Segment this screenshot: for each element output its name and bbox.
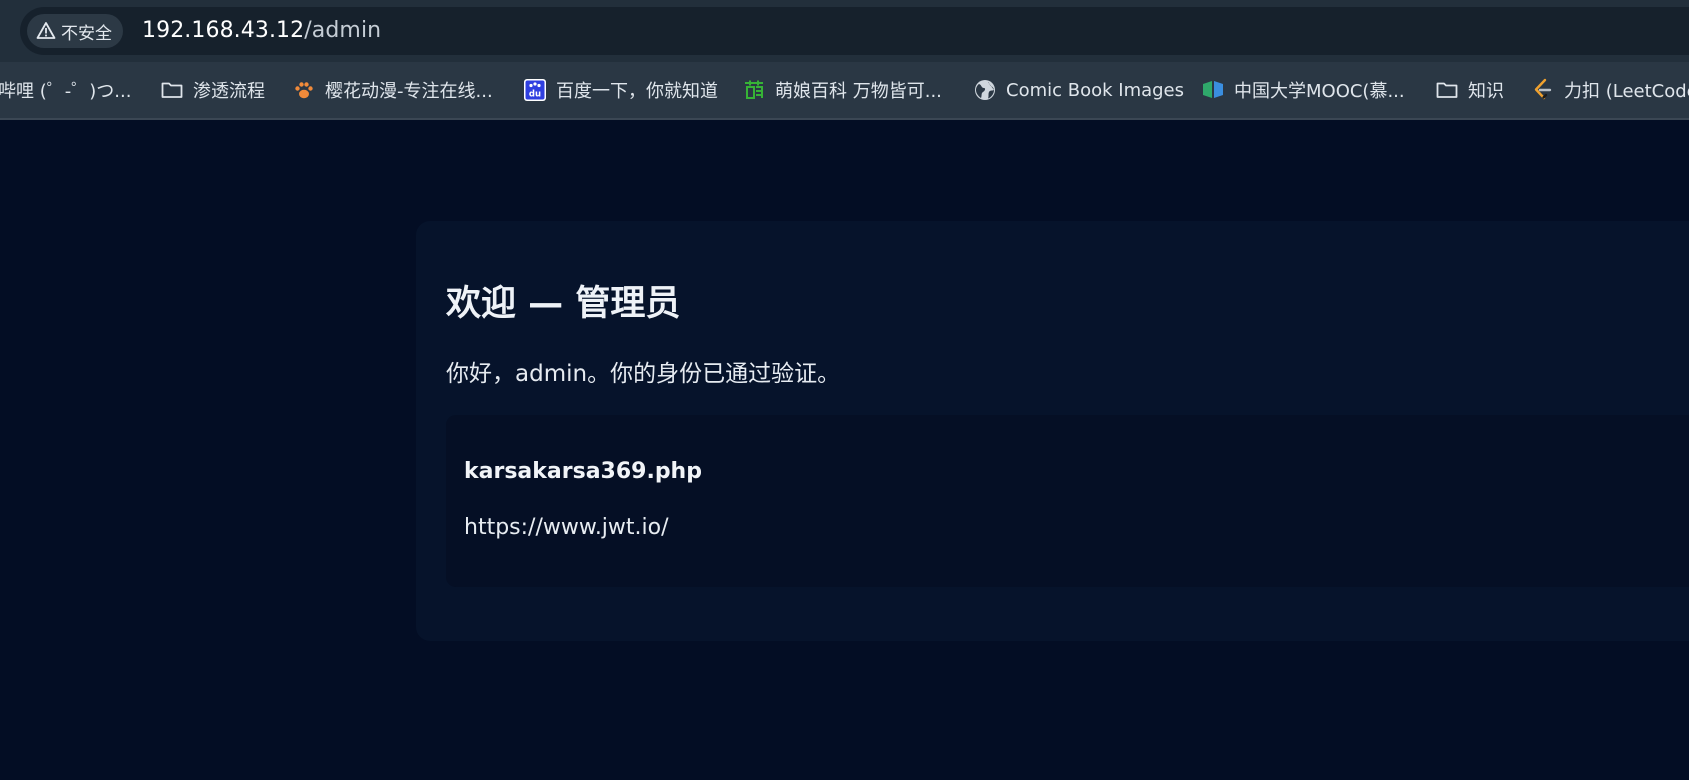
bookmark-moegirl[interactable]: 萌娘百科 万物皆可... [742,62,942,118]
greeting-text: 你好，admin。你的身份已通过验证。 [446,361,841,387]
security-indicator[interactable]: 不安全 [27,14,123,48]
bookmark-label: 中国大学MOOC(慕... [1234,81,1405,102]
folder-icon [161,82,183,98]
svg-text:du: du [529,90,541,100]
browser-chrome: 不安全 192.168.43.12/admin 哔哩 (゜-゜)つ... 渗透流… [0,0,1689,120]
hint-filename: karsakarsa369.php [464,459,702,484]
bookmark-comic-book-images[interactable]: Comic Book Images [973,62,1184,118]
welcome-card: 欢迎 — 管理员 你好，admin。你的身份已通过验证。 karsakarsa3… [416,221,1689,641]
url-host: 192.168.43.12 [142,18,305,43]
bookmark-bilibili[interactable]: 哔哩 (゜-゜)つ... [0,62,131,118]
bookmark-label: 百度一下，你就知道 [556,81,718,102]
moegirl-icon [745,80,763,99]
url-path: /admin [304,18,382,43]
bookmark-mooc[interactable]: 中国大学MOOC(慕... [1201,62,1405,118]
bookmark-sakura-anime[interactable]: 樱花动漫-专注在线... [292,62,493,118]
url-text[interactable]: 192.168.43.12/admin [142,17,381,45]
bookmark-knowledge-folder[interactable]: 知识 [1435,62,1504,118]
page-content: 欢迎 — 管理员 你好，admin。你的身份已通过验证。 karsakarsa3… [0,120,1689,780]
bookmarks-bar: 哔哩 (゜-゜)つ... 渗透流程 樱花动漫-专注在线... du 百度一下，你… [0,62,1689,118]
mooc-icon [1203,81,1223,98]
folder-icon [1436,82,1458,98]
info-box: karsakarsa369.php https://www.jwt.io/ [446,415,1689,587]
bookmark-leetcode[interactable]: 力扣 (LeetCode [1531,62,1689,118]
baidu-icon: du [524,79,546,101]
security-label: 不安全 [61,23,112,44]
paw-icon [295,82,313,99]
bookmark-label: 萌娘百科 万物皆可... [775,81,942,102]
bookmark-baidu[interactable]: du 百度一下，你就知道 [523,62,718,118]
globe-icon [975,80,995,100]
address-bar[interactable]: 不安全 192.168.43.12/admin [20,7,1689,55]
bookmark-label: 渗透流程 [193,81,265,102]
bookmark-label: 樱花动漫-专注在线... [325,81,493,102]
warning-triangle-icon [36,22,56,39]
leetcode-icon [1534,78,1552,100]
bookmark-label: 力扣 (LeetCode [1564,81,1689,102]
bookmark-pentest-folder[interactable]: 渗透流程 [160,62,265,118]
bookmark-label: Comic Book Images [1006,79,1185,101]
hint-link: https://www.jwt.io/ [464,515,669,540]
address-row: 不安全 192.168.43.12/admin [0,0,1689,62]
bookmark-label: 知识 [1468,81,1504,102]
page-title: 欢迎 — 管理员 [446,284,681,324]
bookmark-label: 哔哩 (゜-゜)つ... [0,81,132,102]
